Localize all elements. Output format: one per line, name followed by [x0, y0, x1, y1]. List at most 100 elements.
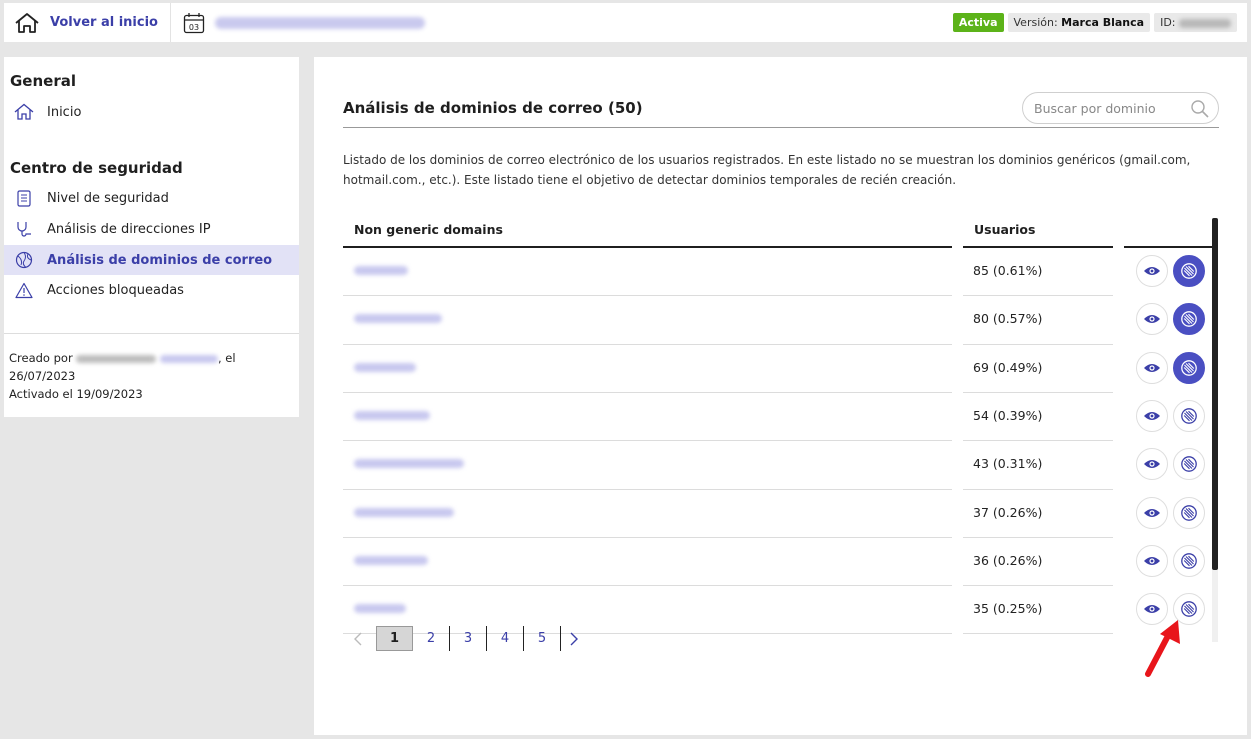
- created-prefix: Creado por: [9, 351, 73, 365]
- title-divider: [343, 127, 1219, 128]
- sidebar: General Inicio Centro de seguridad Nivel…: [4, 57, 299, 417]
- sidebar-divider: [4, 333, 299, 334]
- domain-value-redacted: [354, 411, 430, 421]
- header-rule: [1124, 246, 1214, 248]
- column-header-domain[interactable]: Non generic domains: [354, 222, 503, 237]
- chevron-right-icon: [570, 632, 578, 645]
- version-label: Versión:: [1013, 16, 1058, 29]
- id-label: ID:: [1160, 16, 1176, 29]
- page-button-3[interactable]: 3: [450, 626, 487, 651]
- calendar-icon: 03: [183, 12, 205, 34]
- home-link[interactable]: Volver al inicio: [4, 3, 171, 42]
- row-divider: [963, 295, 1113, 297]
- block-domain-button[interactable]: [1173, 496, 1205, 529]
- block-icon: [1181, 408, 1197, 424]
- plug-icon: [14, 219, 34, 239]
- activated-text: Activado el 19/09/2023: [9, 387, 143, 401]
- view-domain-button[interactable]: [1136, 351, 1168, 384]
- view-domain-button[interactable]: [1136, 400, 1168, 433]
- row-divider: [343, 295, 952, 297]
- sidebar-item-inicio[interactable]: Inicio: [4, 97, 299, 127]
- row-divider: [963, 585, 1113, 587]
- row-divider: [343, 585, 952, 587]
- page-button-4[interactable]: 4: [487, 626, 524, 651]
- block-domain-button[interactable]: [1173, 400, 1205, 433]
- table-scrollbar-thumb[interactable]: [1212, 218, 1218, 570]
- view-domain-button[interactable]: [1136, 255, 1168, 288]
- sidebar-item-label: Análisis de direcciones IP: [47, 221, 211, 237]
- block-domain-button[interactable]: [1173, 351, 1205, 384]
- eye-icon: [1144, 267, 1160, 276]
- column-header-users[interactable]: Usuarios: [974, 222, 1035, 237]
- row-divider: [343, 440, 952, 442]
- search-placeholder: Buscar por dominio: [1034, 100, 1156, 116]
- row-divider: [343, 536, 952, 538]
- row-divider: [963, 391, 1113, 393]
- block-domain-button[interactable]: [1173, 448, 1205, 481]
- annotation-arrow-icon: [1145, 620, 1180, 677]
- users-cell: 43 (0.31%): [973, 456, 1043, 472]
- block-icon: [1181, 504, 1197, 521]
- view-domain-button[interactable]: [1136, 496, 1168, 529]
- page-description: Listado de los dominios de correo electr…: [343, 153, 1191, 187]
- eye-icon: [1144, 605, 1160, 614]
- id-value-redacted: [1179, 18, 1231, 28]
- block-domain-button[interactable]: [1173, 255, 1205, 288]
- clipboard-icon: [14, 188, 34, 208]
- page-button-2[interactable]: 2: [413, 626, 450, 651]
- users-cell: 80 (0.57%): [973, 311, 1043, 327]
- domain-value-redacted: [354, 459, 464, 469]
- sidebar-item-acciones-bloqueadas[interactable]: Acciones bloqueadas: [4, 275, 299, 305]
- block-icon: [1181, 456, 1197, 473]
- row-divider: [963, 536, 1113, 538]
- users-cell: 35 (0.25%): [973, 601, 1043, 617]
- creation-info: Creado por , el 26/07/2023 Activado el 1…: [9, 349, 294, 403]
- sidebar-item-label: Acciones bloqueadas: [47, 282, 184, 298]
- view-domain-button[interactable]: [1136, 544, 1168, 577]
- sidebar-item-label: Nivel de seguridad: [47, 190, 169, 206]
- eye-icon: [1144, 556, 1160, 565]
- block-icon: [1181, 553, 1197, 569]
- eye-icon: [1144, 460, 1160, 469]
- prev-page-button[interactable]: [345, 626, 371, 651]
- id-pill: ID:: [1154, 13, 1237, 32]
- home-icon: [14, 102, 34, 122]
- row-divider: [963, 488, 1113, 490]
- next-page-button[interactable]: [561, 626, 587, 651]
- sidebar-item-nivel-seguridad[interactable]: Nivel de seguridad: [4, 183, 299, 213]
- page-title: Análisis de dominios de correo (50): [343, 99, 643, 117]
- users-cell: 69 (0.49%): [973, 359, 1043, 375]
- project-title-redacted: [214, 16, 425, 29]
- home-icon: [15, 12, 39, 33]
- domain-value-redacted: [354, 604, 406, 614]
- page-button-5[interactable]: 5: [524, 626, 561, 651]
- creator-name-redacted: [76, 354, 157, 363]
- eye-icon: [1144, 315, 1160, 324]
- users-cell: 54 (0.39%): [973, 408, 1043, 424]
- row-divider: [963, 440, 1113, 442]
- sidebar-item-direcciones-ip[interactable]: Análisis de direcciones IP: [4, 214, 299, 244]
- sidebar-item-dominios-correo[interactable]: Análisis de dominios de correo: [4, 245, 299, 275]
- version-value: Marca Blanca: [1061, 16, 1145, 29]
- header-rule: [343, 246, 952, 248]
- sidebar-section-general: General: [10, 72, 76, 90]
- page-button-1[interactable]: 1: [376, 626, 413, 651]
- view-domain-button[interactable]: [1136, 303, 1168, 336]
- view-domain-button[interactable]: [1136, 448, 1168, 481]
- sidebar-section-security: Centro de seguridad: [10, 159, 183, 177]
- users-cell: 36 (0.26%): [973, 552, 1043, 568]
- header-rule: [963, 246, 1113, 248]
- version-pill: Versión: Marca Blanca: [1007, 13, 1151, 32]
- row-divider: [343, 488, 952, 490]
- search-icon: [1191, 100, 1209, 118]
- status-badge: Activa: [952, 13, 1004, 32]
- eye-icon: [1144, 508, 1160, 517]
- creator-email-redacted: [160, 354, 218, 363]
- block-domain-button[interactable]: [1173, 544, 1205, 577]
- row-divider: [963, 343, 1113, 345]
- users-cell: 85 (0.61%): [973, 263, 1043, 279]
- top-bar: Volver al inicio 03 Activa Versión: Marc…: [4, 3, 1247, 42]
- search-input[interactable]: Buscar por dominio: [1022, 92, 1219, 124]
- block-domain-button[interactable]: [1173, 303, 1205, 336]
- block-icon: [1181, 263, 1197, 279]
